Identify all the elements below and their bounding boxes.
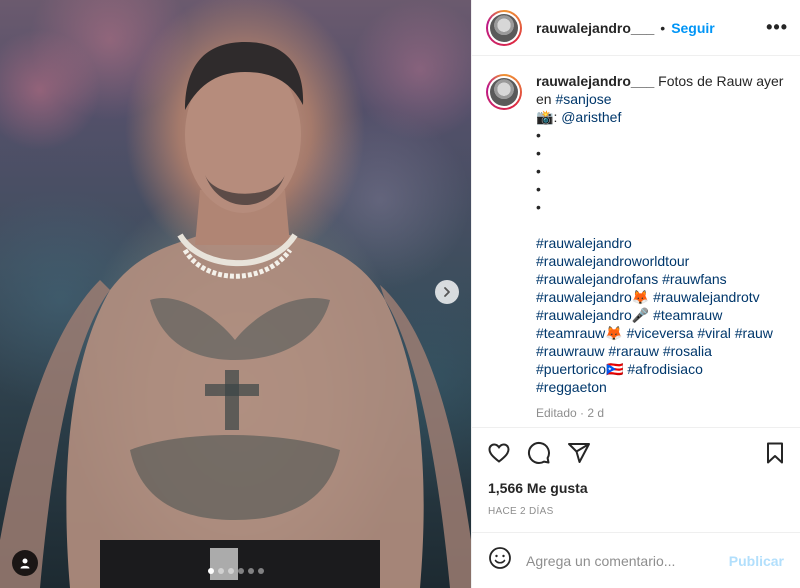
comment-button[interactable] xyxy=(526,440,552,466)
paper-plane-icon xyxy=(568,443,590,463)
comments-section[interactable]: rauwalejandro___ Fotos de Rauw ayer en #… xyxy=(472,56,800,428)
post-header: rauwalejandro___ • Seguir ••• xyxy=(472,0,800,56)
hashtag-line: #reggaeton xyxy=(536,378,784,396)
carousel-dot xyxy=(237,568,244,574)
location-hashtag[interactable]: #sanjose xyxy=(555,91,611,107)
camera-icon: 📸 xyxy=(536,109,554,125)
tagged-users-button[interactable] xyxy=(12,550,38,576)
hashtag-line: #rauwalejandro🦊 #rauwalejandrotv xyxy=(536,288,784,306)
carousel-indicator xyxy=(0,568,471,574)
post-photo xyxy=(0,42,471,588)
publish-button[interactable]: Publicar xyxy=(729,553,784,569)
likes-count[interactable]: 1,566 Me gusta xyxy=(472,478,800,496)
hashtag-link[interactable]: #rosalia xyxy=(663,343,712,359)
hashtag-link[interactable]: #rauwalejandro🎤 xyxy=(536,307,649,323)
caption-bullet: • xyxy=(536,127,541,143)
hashtag-link[interactable]: #afrodisiaco xyxy=(627,361,703,377)
hashtag-line: #rauwalejandro🎤 #teamrauw xyxy=(536,306,784,324)
hashtag-link[interactable]: #rauwalejandro🦊 xyxy=(536,289,649,305)
carousel-dot xyxy=(217,568,224,574)
caption-bullet: • xyxy=(536,145,541,161)
hashtag-line: #rauwalejandro xyxy=(536,234,784,252)
hashtag-line: #rauwalejandroworldtour xyxy=(536,252,784,270)
post-timestamp[interactable]: HACE 2 DÍAS xyxy=(472,496,800,517)
hashtag-link[interactable]: #rauwfans xyxy=(662,271,727,287)
hashtag-link[interactable]: #teamrauw xyxy=(653,307,722,323)
hashtag-link[interactable]: #rauwalejandro xyxy=(536,235,632,251)
avatar[interactable] xyxy=(486,9,522,46)
header-username[interactable]: rauwalejandro___ xyxy=(536,20,654,36)
hashtag-link[interactable]: #teamrauw🦊 xyxy=(536,325,623,341)
edited-label: Editado · 2 d xyxy=(536,406,605,420)
hashtag-link[interactable]: #rauw xyxy=(735,325,773,341)
smiley-icon xyxy=(489,547,511,569)
hashtag-link[interactable]: #rauwalejandrotv xyxy=(653,289,760,305)
hashtag-link[interactable]: #puertorico🇵🇷 xyxy=(536,361,623,377)
caption-avatar[interactable] xyxy=(486,74,522,110)
emoji-button[interactable] xyxy=(488,546,512,575)
carousel-dot xyxy=(207,568,214,574)
add-comment-bar: Publicar xyxy=(472,532,800,588)
follow-button[interactable]: Seguir xyxy=(671,20,715,36)
hashtag-link[interactable]: #viral xyxy=(697,325,730,341)
bookmark-icon xyxy=(767,442,783,464)
next-photo-button[interactable] xyxy=(435,280,459,304)
caption: rauwalejandro___ Fotos de Rauw ayer en #… xyxy=(536,72,784,422)
hashtag-link[interactable]: #viceversa xyxy=(627,325,694,341)
hashtag-link[interactable]: #rauwrauw xyxy=(536,343,604,359)
caption-row: rauwalejandro___ Fotos de Rauw ayer en #… xyxy=(486,72,784,422)
caption-bullet: • xyxy=(536,199,541,215)
hashtag-link[interactable]: #rarauw xyxy=(608,343,659,359)
photographer-mention[interactable]: @aristhef xyxy=(561,109,621,125)
heart-icon xyxy=(488,443,510,463)
hashtag-line: #teamrauw🦊 #viceversa #viral #rauw xyxy=(536,324,784,342)
ellipsis-icon: ••• xyxy=(766,17,788,37)
hashtag-line: #rauwrauw #rarauw #rosalia xyxy=(536,342,784,360)
hashtag-list: #rauwalejandro #rauwalejandroworldtour #ra… xyxy=(536,234,784,396)
header-separator: • xyxy=(660,19,666,36)
carousel-dot xyxy=(227,568,234,574)
save-button[interactable] xyxy=(762,440,788,466)
like-button[interactable] xyxy=(486,440,512,466)
comment-icon xyxy=(527,441,550,464)
hashtag-line: #rauwalejandrofans #rauwfans xyxy=(536,270,784,288)
chevron-right-icon xyxy=(444,287,450,297)
carousel-dot xyxy=(257,568,264,574)
caption-username[interactable]: rauwalejandro___ xyxy=(536,73,654,89)
hashtag-line: #puertorico🇵🇷 #afrodisiaco xyxy=(536,360,784,378)
hashtag-link[interactable]: #reggaeton xyxy=(536,379,607,395)
comment-input[interactable] xyxy=(526,552,729,569)
action-bar xyxy=(472,428,800,478)
hashtag-link[interactable]: #rauwalejandroworldtour xyxy=(536,253,689,269)
caption-bullet: • xyxy=(536,181,541,197)
hashtag-link[interactable]: #rauwalejandrofans xyxy=(536,271,658,287)
user-icon xyxy=(20,558,30,569)
share-button[interactable] xyxy=(566,440,592,466)
post-details-panel: rauwalejandro___ • Seguir ••• rauwalejan… xyxy=(471,0,800,588)
more-options-button[interactable]: ••• xyxy=(766,17,788,38)
post-media[interactable] xyxy=(0,0,471,588)
carousel-dot xyxy=(247,568,254,574)
caption-bullet: • xyxy=(536,163,541,179)
